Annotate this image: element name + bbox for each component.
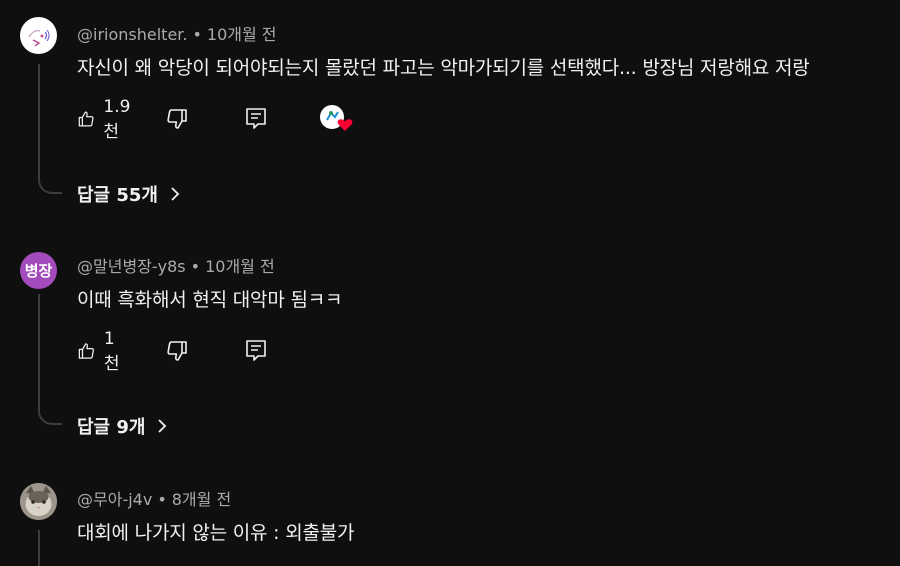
replies-label: 답글 9개 [77,417,146,438]
comment-time[interactable]: 10개월 전 [207,25,277,44]
thread-line [38,64,62,194]
avatar[interactable]: 병장 [20,252,57,289]
comment-author[interactable]: @무아-j4v [77,490,152,509]
cat-photo-icon [20,483,57,520]
comment-reply-icon [246,340,266,361]
comment-time[interactable]: 10개월 전 [205,257,275,276]
separator-dot: • [190,257,201,276]
chevron-right-icon [170,186,180,202]
avatar[interactable] [20,17,57,54]
comment-1: @irionshelter. • 10개월 전 자신이 왜 악당이 되어야되는지 몰… [0,0,900,230]
comment-text: 자신이 왜 악당이 되어야되는지 몰랐던 파고는 악마가되기를 선택했다... … [77,57,810,79]
separator-dot: • [192,25,202,44]
chevron-right-icon [157,418,167,434]
like-button[interactable]: 1천 [77,329,125,374]
view-replies-button[interactable]: 답글 9개 [77,413,167,439]
comment-2: 병장 @말년병장-y8s • 10개월 전 이때 흑화해서 현직 대악마 됨ㅋㅋ 1… [0,230,900,460]
thumbs-up-icon [78,111,94,127]
avatar[interactable] [20,483,57,520]
avatar-initials: 병장 [24,262,53,280]
replies-label: 답글 55개 [77,185,158,206]
reply-button[interactable] [245,336,267,366]
dislike-button[interactable] [165,336,189,366]
separator-dot: • [157,490,167,509]
comment-time[interactable]: 8개월 전 [172,490,231,509]
comment-author[interactable]: @말년병장-y8s [77,257,186,276]
comment-text: 이때 흑화해서 현직 대악마 됨ㅋㅋ [77,289,343,311]
dislike-button[interactable] [165,104,189,134]
comment-meta: @말년병장-y8s • 10개월 전 [77,253,275,277]
comment-meta: @무아-j4v • 8개월 전 [77,486,231,510]
creator-heart-badge [320,104,354,134]
thread-line [38,294,62,425]
hand-drawn-face-icon [28,29,50,47]
thumbs-down-icon [167,109,187,129]
view-replies-button[interactable]: 답글 55개 [77,181,180,207]
comment-text: 대회에 나가지 않는 이유 : 외출불가 [77,522,355,544]
creator-heart-icon [320,105,353,131]
thumbs-down-icon [167,341,187,361]
like-button[interactable]: 1.9천 [77,97,136,142]
thumbs-up-icon [78,343,94,359]
like-count: 1.9천 [103,96,131,142]
comment-meta: @irionshelter. • 10개월 전 [77,21,277,45]
comment-author[interactable]: @irionshelter. [77,25,187,44]
thread-line [38,530,40,566]
comment-3: @무아-j4v • 8개월 전 대회에 나가지 않는 이유 : 외출불가 [0,460,900,566]
reply-button[interactable] [245,104,267,134]
like-count: 1천 [103,328,120,374]
comment-reply-icon [246,108,266,129]
